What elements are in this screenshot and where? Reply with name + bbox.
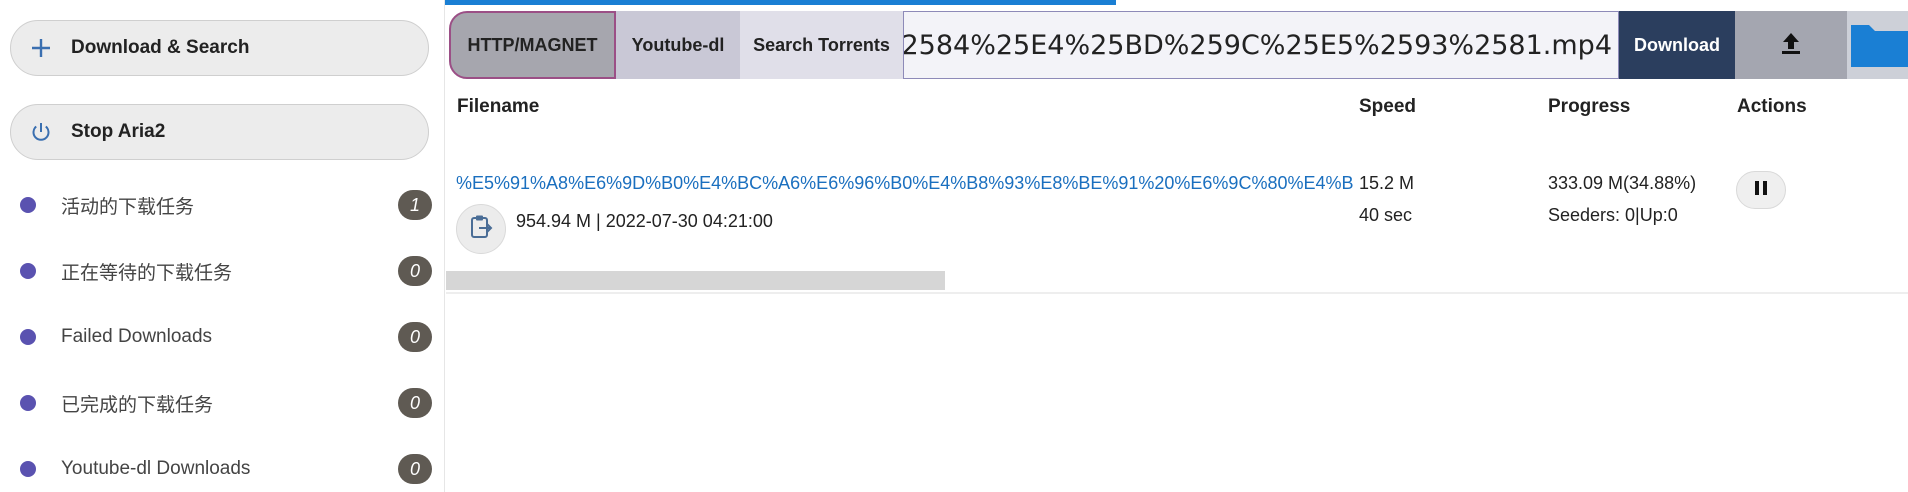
copy-button[interactable]	[456, 204, 506, 254]
plus-icon	[25, 37, 57, 59]
count-badge: 0	[398, 322, 432, 352]
header-actions: Actions	[1737, 96, 1807, 117]
sidebar-item-label: 活动的下载任务	[61, 196, 195, 218]
count-badge: 0	[398, 256, 432, 286]
tab-search-torrents[interactable]: Search Torrents	[740, 11, 903, 79]
download-progress: 333.09 M(34.88%)	[1548, 173, 1697, 193]
upload-icon	[1779, 30, 1803, 61]
scrollbar-thumb[interactable]	[446, 271, 945, 290]
download-button[interactable]: Download	[1619, 11, 1735, 79]
count-badge: 0	[398, 388, 432, 418]
stop-aria2-label: Stop Aria2	[71, 121, 166, 142]
status-dot	[20, 461, 36, 477]
sidebar-item-label: Youtube-dl Downloads	[61, 458, 251, 479]
sidebar-item-youtube-dl[interactable]: Youtube-dl Downloads 0	[0, 449, 440, 489]
horizontal-scrollbar[interactable]	[446, 271, 1908, 291]
status-dot	[20, 329, 36, 345]
header-speed: Speed	[1359, 96, 1417, 117]
row-divider	[446, 292, 1908, 294]
url-input[interactable]: .259A%2584%25E4%25BD%259C%25E5%2593%2581…	[903, 11, 1619, 79]
toolbar: HTTP/MAGNET Youtube-dl Search Torrents .…	[449, 11, 1908, 79]
download-size-date: 954.94 M | 2022-07-30 04:21:00	[516, 211, 773, 231]
download-eta: 40 sec	[1359, 205, 1413, 225]
download-speed: 15.2 M	[1359, 173, 1415, 193]
power-icon	[25, 121, 57, 143]
stop-aria2-button[interactable]: Stop Aria2	[10, 104, 429, 160]
sidebar-item-failed[interactable]: Failed Downloads 0	[0, 317, 440, 357]
count-badge: 1	[398, 190, 432, 220]
header-filename: Filename	[457, 96, 540, 117]
folder-button[interactable]	[1847, 11, 1908, 79]
download-seeders: Seeders: 0|Up:0	[1548, 205, 1678, 225]
sidebar-item-waiting[interactable]: 正在等待的下载任务 0	[0, 251, 440, 291]
download-search-button[interactable]: Download & Search	[10, 20, 429, 76]
sidebar: Download & Search Stop Aria2 活动的下载任务 1 正…	[0, 0, 445, 492]
sidebar-item-active[interactable]: 活动的下载任务 1	[0, 185, 440, 225]
copy-icon	[469, 214, 493, 245]
status-dot	[20, 395, 36, 411]
download-search-label: Download & Search	[71, 37, 250, 58]
pause-icon	[1753, 180, 1769, 201]
sidebar-item-label: 正在等待的下载任务	[61, 262, 233, 284]
status-dot	[20, 197, 36, 213]
tab-http-magnet[interactable]: HTTP/MAGNET	[449, 11, 616, 79]
folder-icon	[1847, 17, 1908, 74]
upload-button[interactable]	[1735, 11, 1847, 79]
header-progress: Progress	[1548, 96, 1631, 117]
tab-youtube-dl[interactable]: Youtube-dl	[616, 11, 740, 79]
pause-button[interactable]	[1736, 171, 1786, 209]
sidebar-item-label: Failed Downloads	[61, 326, 213, 347]
sidebar-item-completed[interactable]: 已完成的下载任务 0	[0, 383, 440, 423]
download-filename-link[interactable]: %E5%91%A8%E6%9D%B0%E4%BC%A6%E6%96%B0%E4%…	[456, 173, 1354, 194]
sidebar-item-label: 已完成的下载任务	[61, 394, 214, 416]
status-dot	[20, 263, 36, 279]
count-badge: 0	[398, 454, 432, 484]
